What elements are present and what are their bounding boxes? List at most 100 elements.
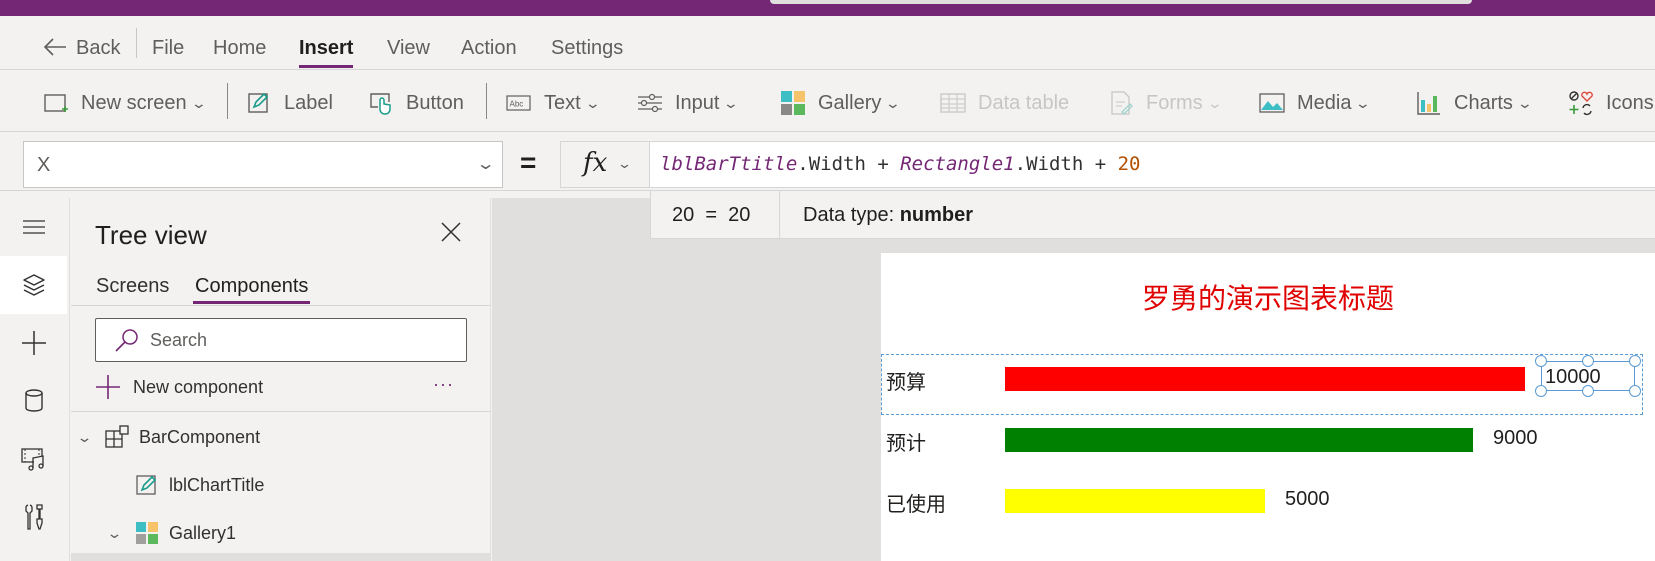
data-button[interactable] (0, 372, 67, 430)
more-options-button[interactable]: ··· (433, 374, 454, 395)
formula-token-operator: .Width + (797, 153, 901, 175)
back-label: Back (76, 37, 121, 59)
media-pane-button[interactable] (0, 430, 67, 488)
formula-bar: X ⌄ = fx ⌄ lblBarTtitle.Width + Rectangl… (0, 133, 1655, 191)
arrow-left-icon (43, 38, 66, 56)
header-search-box[interactable] (770, 0, 1472, 4)
button-button[interactable]: Button (368, 90, 464, 116)
database-icon (24, 389, 43, 412)
component-icon (105, 425, 129, 449)
bar-category-label: 预算 (886, 372, 926, 394)
fx-icon: fx (583, 148, 608, 178)
button-icon (368, 90, 394, 116)
data-table-label: Data table (978, 91, 1070, 114)
text-input-icon: Abc (506, 90, 532, 116)
media-button[interactable]: Media ⌄ (1259, 90, 1372, 116)
tree-node-label: lblChartTitle (169, 474, 265, 495)
tree-node-lblcharttitle[interactable]: lblChartTitle (135, 469, 264, 501)
chart-title-label[interactable]: 罗勇的演示图表标题 (881, 277, 1655, 317)
chevron-down-icon: ⌄ (1355, 94, 1372, 111)
svg-text:Abc: Abc (510, 100, 524, 109)
forms-button[interactable]: Forms ⌄ (1108, 90, 1223, 116)
hamburger-menu-button[interactable] (0, 198, 67, 256)
bar-category-label: 已使用 (886, 494, 946, 516)
forms-label: Forms (1146, 91, 1203, 114)
bar-rectangle[interactable] (1005, 428, 1473, 452)
gallery-button[interactable]: Gallery ⌄ (780, 90, 902, 116)
charts-button[interactable]: Charts ⌄ (1416, 90, 1533, 116)
label-button[interactable]: Label (246, 90, 333, 116)
tree-search-input[interactable]: Search (95, 318, 467, 362)
app-screen-canvas[interactable]: 罗勇的演示图表标题 预算 10000 预计 9000 已使用 5000 (881, 253, 1655, 561)
formula-token-identifier: Rectangle1 (900, 153, 1015, 175)
menu-insert[interactable]: Insert (299, 37, 354, 68)
input-button[interactable]: Input ⌄ (637, 90, 740, 116)
tree-divider (71, 411, 491, 412)
bar-value-label[interactable]: 9000 (1493, 427, 1538, 450)
icons-gallery-icon (1568, 90, 1594, 116)
menu-file[interactable]: File (152, 37, 184, 60)
chevron-down-icon: ⌄ (475, 156, 496, 173)
resize-handle[interactable] (1535, 355, 1547, 367)
input-sliders-icon (637, 90, 663, 116)
tree-view-panel: Tree view Screens Components Search New … (71, 198, 491, 561)
property-dropdown[interactable]: X ⌄ (23, 141, 503, 188)
chevron-down-icon: ⌄ (76, 428, 93, 445)
resize-handle[interactable] (1582, 355, 1594, 367)
media-image-icon (1259, 90, 1285, 116)
back-button[interactable]: Back (42, 37, 120, 60)
insert-ribbon: New screen ⌄ Label Button Abc Text ⌄ Input… (0, 71, 1655, 132)
tree-node-gallery1[interactable]: ⌄ Gallery1 (106, 517, 236, 549)
tree-selected-row-edge (71, 553, 491, 561)
tree-view-button[interactable] (0, 256, 67, 314)
data-type-value: number (899, 204, 974, 226)
tree-node-barcomponent[interactable]: ⌄ BarComponent (76, 421, 261, 453)
new-screen-button[interactable]: New screen ⌄ (43, 90, 207, 116)
menu-home[interactable]: Home (213, 37, 266, 60)
chevron-down-icon: ⌄ (885, 94, 902, 111)
layers-icon (22, 274, 45, 296)
tree-node-label: BarComponent (139, 426, 261, 447)
menu-view[interactable]: View (387, 37, 430, 60)
gallery-icon (780, 90, 806, 116)
resize-handle[interactable] (1582, 385, 1594, 397)
gallery-icon (135, 521, 159, 545)
formula-input[interactable]: lblBarTtitle.Width + Rectangle1.Width + … (650, 141, 1655, 188)
resize-handle[interactable] (1535, 385, 1547, 397)
resize-handle[interactable] (1629, 385, 1641, 397)
icons-label: Icons (1606, 91, 1654, 114)
fx-button[interactable]: fx ⌄ (560, 141, 650, 188)
resize-handle[interactable] (1629, 355, 1641, 367)
tools-icon (24, 504, 43, 530)
new-component-label: New component (133, 376, 264, 397)
ribbon-separator (486, 83, 487, 119)
bar-chart-icon (1416, 90, 1442, 116)
search-placeholder: Search (150, 330, 208, 350)
tab-components[interactable]: Components (192, 275, 311, 304)
bar-rectangle[interactable] (1005, 367, 1525, 391)
app-header-bar (0, 0, 1655, 16)
bar-rectangle[interactable] (1005, 489, 1265, 513)
text-button[interactable]: Abc Text ⌄ (506, 90, 601, 116)
forms-icon (1108, 90, 1134, 116)
menu-separator (136, 28, 137, 58)
chevron-down-icon: ⌄ (1206, 94, 1223, 111)
tab-divider (71, 305, 491, 306)
formula-token-number: 20 (1117, 153, 1141, 175)
close-icon (441, 222, 461, 242)
input-label: Input (675, 91, 720, 114)
tab-screens[interactable]: Screens (96, 275, 169, 298)
icons-button[interactable]: Icons (1568, 90, 1654, 116)
close-tree-view-button[interactable] (439, 220, 463, 244)
menu-action[interactable]: Action (461, 37, 517, 60)
insert-button[interactable] (0, 314, 67, 372)
chevron-down-icon: ⌄ (584, 94, 601, 111)
bar-value-label[interactable]: 5000 (1285, 488, 1330, 511)
button-label: Button (406, 91, 464, 114)
chevron-down-icon: ⌄ (616, 156, 633, 171)
advanced-tools-button[interactable] (0, 488, 67, 546)
data-table-button[interactable]: Data table (940, 90, 1069, 116)
formula-token-identifier: lblBarTtitle (660, 153, 798, 175)
new-component-button[interactable]: New component (95, 373, 263, 401)
menu-settings[interactable]: Settings (551, 37, 623, 60)
